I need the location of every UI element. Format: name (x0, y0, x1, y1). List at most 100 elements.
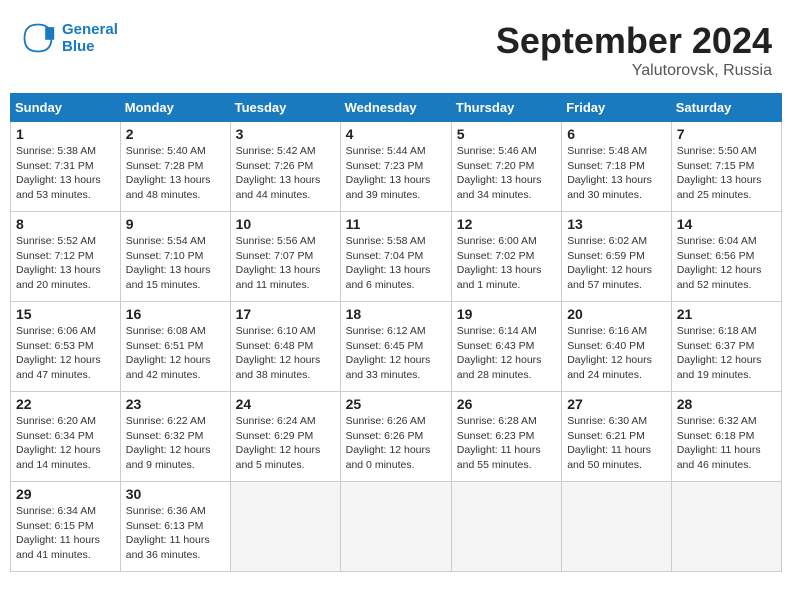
day-info: Sunrise: 6:10 AMSunset: 6:48 PMDaylight:… (236, 324, 335, 383)
table-row: 29 Sunrise: 6:34 AMSunset: 6:15 PMDayligh… (11, 482, 121, 572)
location: Yalutorovsk, Russia (496, 62, 772, 80)
day-info: Sunrise: 5:38 AMSunset: 7:31 PMDaylight:… (16, 144, 115, 203)
month-title: September 2024 (496, 20, 772, 62)
logo: General Blue (20, 20, 118, 56)
logo-text: General Blue (62, 21, 118, 55)
day-info: Sunrise: 5:44 AMSunset: 7:23 PMDaylight:… (346, 144, 446, 203)
calendar-week-row: 29 Sunrise: 6:34 AMSunset: 6:15 PMDayligh… (11, 482, 782, 572)
day-info: Sunrise: 5:56 AMSunset: 7:07 PMDaylight:… (236, 234, 335, 293)
table-row: 3 Sunrise: 5:42 AMSunset: 7:26 PMDaylight… (230, 122, 340, 212)
day-number: 15 (16, 306, 115, 322)
header-wednesday: Wednesday (340, 94, 451, 122)
day-info: Sunrise: 5:48 AMSunset: 7:18 PMDaylight:… (567, 144, 666, 203)
day-info: Sunrise: 6:12 AMSunset: 6:45 PMDaylight:… (346, 324, 446, 383)
day-info: Sunrise: 6:30 AMSunset: 6:21 PMDaylight:… (567, 414, 666, 473)
table-row: 30 Sunrise: 6:36 AMSunset: 6:13 PMDayligh… (120, 482, 230, 572)
table-row: 27Sunrise: 6:30 AMSunset: 6:21 PMDayligh… (562, 392, 672, 482)
day-info: Sunrise: 5:46 AMSunset: 7:20 PMDaylight:… (457, 144, 556, 203)
page-header: General Blue September 2024 Yalutorovsk,… (10, 10, 782, 85)
calendar-week-row: 1Sunrise: 5:38 AMSunset: 7:31 PMDaylight… (11, 122, 782, 212)
table-row: 24 Sunrise: 6:24 AMSunset: 6:29 PMDayligh… (230, 392, 340, 482)
table-row: 26Sunrise: 6:28 AMSunset: 6:23 PMDayligh… (451, 392, 561, 482)
day-info: Sunrise: 6:08 AMSunset: 6:51 PMDaylight:… (126, 324, 225, 383)
table-row: 16 Sunrise: 6:08 AMSunset: 6:51 PMDayligh… (120, 302, 230, 392)
day-number: 10 (236, 216, 335, 232)
day-number: 6 (567, 126, 666, 142)
day-info: Sunrise: 6:36 AMSunset: 6:13 PMDaylight:… (126, 504, 225, 563)
day-info: Sunrise: 6:02 AMSunset: 6:59 PMDaylight:… (567, 234, 666, 293)
table-row (451, 482, 561, 572)
day-number: 16 (126, 306, 225, 322)
table-row: 17 Sunrise: 6:10 AMSunset: 6:48 PMDayligh… (230, 302, 340, 392)
header-saturday: Saturday (671, 94, 781, 122)
day-number: 7 (677, 126, 776, 142)
table-row: 4 Sunrise: 5:44 AMSunset: 7:23 PMDaylight… (340, 122, 451, 212)
calendar-week-row: 15 Sunrise: 6:06 AMSunset: 6:53 PMDayligh… (11, 302, 782, 392)
day-info: Sunrise: 6:06 AMSunset: 6:53 PMDaylight:… (16, 324, 115, 383)
table-row: 28Sunrise: 6:32 AMSunset: 6:18 PMDayligh… (671, 392, 781, 482)
header-tuesday: Tuesday (230, 94, 340, 122)
day-number: 23 (126, 396, 225, 412)
table-row: 2 Sunrise: 5:40 AMSunset: 7:28 PMDaylight… (120, 122, 230, 212)
day-info: Sunrise: 5:40 AMSunset: 7:28 PMDaylight:… (126, 144, 225, 203)
day-number: 17 (236, 306, 335, 322)
table-row: 9Sunrise: 5:54 AMSunset: 7:10 PMDaylight… (120, 212, 230, 302)
header-thursday: Thursday (451, 94, 561, 122)
day-number: 14 (677, 216, 776, 232)
day-number: 25 (346, 396, 446, 412)
day-info: Sunrise: 6:18 AMSunset: 6:37 PMDaylight:… (677, 324, 776, 383)
table-row (230, 482, 340, 572)
table-row: 19 Sunrise: 6:14 AMSunset: 6:43 PMDayligh… (451, 302, 561, 392)
header-friday: Friday (562, 94, 672, 122)
day-number: 22 (16, 396, 115, 412)
table-row: 5Sunrise: 5:46 AMSunset: 7:20 PMDaylight… (451, 122, 561, 212)
day-number: 28 (677, 396, 776, 412)
day-number: 8 (16, 216, 115, 232)
calendar-table: Sunday Monday Tuesday Wednesday Thursday… (10, 93, 782, 572)
day-number: 19 (457, 306, 556, 322)
table-row: 20 Sunrise: 6:16 AMSunset: 6:40 PMDayligh… (562, 302, 672, 392)
day-info: Sunrise: 6:14 AMSunset: 6:43 PMDaylight:… (457, 324, 556, 383)
table-row (340, 482, 451, 572)
day-info: Sunrise: 6:34 AMSunset: 6:15 PMDaylight:… (16, 504, 115, 563)
day-number: 18 (346, 306, 446, 322)
table-row: 10 Sunrise: 5:56 AMSunset: 7:07 PMDayligh… (230, 212, 340, 302)
day-info: Sunrise: 6:26 AMSunset: 6:26 PMDaylight:… (346, 414, 446, 473)
day-number: 13 (567, 216, 666, 232)
table-row: 22 Sunrise: 6:20 AMSunset: 6:34 PMDayligh… (11, 392, 121, 482)
day-number: 4 (346, 126, 446, 142)
table-row (562, 482, 672, 572)
table-row: 15 Sunrise: 6:06 AMSunset: 6:53 PMDayligh… (11, 302, 121, 392)
table-row: 11 Sunrise: 5:58 AMSunset: 7:04 PMDayligh… (340, 212, 451, 302)
day-number: 3 (236, 126, 335, 142)
calendar-week-row: 8Sunrise: 5:52 AMSunset: 7:12 PMDaylight… (11, 212, 782, 302)
title-block: September 2024 Yalutorovsk, Russia (496, 20, 772, 80)
day-info: Sunrise: 5:58 AMSunset: 7:04 PMDaylight:… (346, 234, 446, 293)
day-number: 20 (567, 306, 666, 322)
day-info: Sunrise: 6:00 AMSunset: 7:02 PMDaylight:… (457, 234, 556, 293)
day-info: Sunrise: 6:28 AMSunset: 6:23 PMDaylight:… (457, 414, 556, 473)
day-info: Sunrise: 6:04 AMSunset: 6:56 PMDaylight:… (677, 234, 776, 293)
day-number: 12 (457, 216, 556, 232)
day-number: 30 (126, 486, 225, 502)
day-info: Sunrise: 5:42 AMSunset: 7:26 PMDaylight:… (236, 144, 335, 203)
table-row: 14 Sunrise: 6:04 AMSunset: 6:56 PMDayligh… (671, 212, 781, 302)
logo-icon (20, 20, 56, 56)
day-info: Sunrise: 5:50 AMSunset: 7:15 PMDaylight:… (677, 144, 776, 203)
day-number: 24 (236, 396, 335, 412)
table-row: 7 Sunrise: 5:50 AMSunset: 7:15 PMDaylight… (671, 122, 781, 212)
table-row (671, 482, 781, 572)
calendar-week-row: 22 Sunrise: 6:20 AMSunset: 6:34 PMDayligh… (11, 392, 782, 482)
day-info: Sunrise: 6:24 AMSunset: 6:29 PMDaylight:… (236, 414, 335, 473)
day-number: 29 (16, 486, 115, 502)
day-number: 9 (126, 216, 225, 232)
table-row: 8Sunrise: 5:52 AMSunset: 7:12 PMDaylight… (11, 212, 121, 302)
table-row: 21 Sunrise: 6:18 AMSunset: 6:37 PMDayligh… (671, 302, 781, 392)
day-info: Sunrise: 6:20 AMSunset: 6:34 PMDaylight:… (16, 414, 115, 473)
table-row: 13 Sunrise: 6:02 AMSunset: 6:59 PMDayligh… (562, 212, 672, 302)
table-row: 18 Sunrise: 6:12 AMSunset: 6:45 PMDayligh… (340, 302, 451, 392)
day-number: 11 (346, 216, 446, 232)
day-number: 2 (126, 126, 225, 142)
day-info: Sunrise: 6:16 AMSunset: 6:40 PMDaylight:… (567, 324, 666, 383)
day-number: 21 (677, 306, 776, 322)
